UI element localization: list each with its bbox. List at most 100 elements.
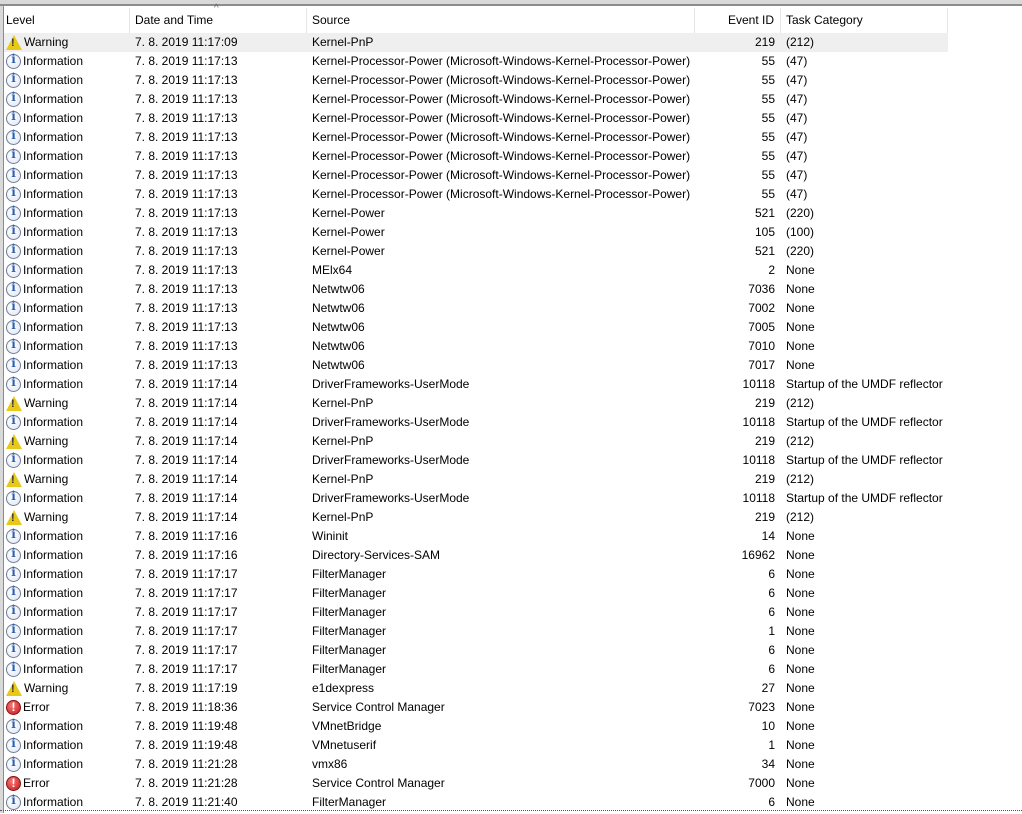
level-text: Information xyxy=(23,168,84,182)
cell-date-time: 7. 8. 2019 11:17:09 xyxy=(135,35,238,49)
level-text: Information xyxy=(23,206,84,220)
level-text: Information xyxy=(23,149,84,163)
cell-event-id: 55 xyxy=(761,149,775,163)
info-icon xyxy=(6,166,21,183)
cell-date-time: 7. 8. 2019 11:17:13 xyxy=(135,130,238,144)
table-row[interactable]: Information 7. 8. 2019 11:17:13 Kernel-Pow… xyxy=(4,204,1022,223)
table-row[interactable]: Information 7. 8. 2019 11:17:14 DriverFram… xyxy=(4,451,1022,470)
level-text: Warning xyxy=(24,681,69,695)
cell-event-id: 27 xyxy=(761,681,775,695)
table-row[interactable]: Error 7. 8. 2019 11:18:36 Service Control … xyxy=(4,698,1022,717)
column-header-level[interactable]: Level xyxy=(4,8,130,33)
table-row[interactable]: Error 7. 8. 2019 11:21:28 Service Control … xyxy=(4,774,1022,793)
table-row[interactable]: Information 7. 8. 2019 11:17:14 DriverFram… xyxy=(4,375,1022,394)
column-header-source[interactable]: Source xyxy=(307,8,695,33)
cell-source: Netwtw06 xyxy=(312,301,365,315)
table-row[interactable]: Warning 7. 8. 2019 11:17:14 Kernel-PnP 219 (… xyxy=(4,432,1022,451)
table-row[interactable]: Information 7. 8. 2019 11:17:13 Kernel-Pro… xyxy=(4,185,1022,204)
table-row[interactable]: Information 7. 8. 2019 11:17:17 FilterMana… xyxy=(4,584,1022,603)
table-row[interactable]: Information 7. 8. 2019 11:17:13 Kernel-Pow… xyxy=(4,223,1022,242)
column-header-task-category[interactable]: Task Category xyxy=(781,8,948,33)
table-row[interactable]: Information 7. 8. 2019 11:17:13 Kernel-Pro… xyxy=(4,90,1022,109)
table-row[interactable]: Warning 7. 8. 2019 11:17:19 e1dexpress 27 No… xyxy=(4,679,1022,698)
table-row[interactable]: Information 7. 8. 2019 11:17:13 Kernel-Pro… xyxy=(4,109,1022,128)
cell-date-time: 7. 8. 2019 11:18:36 xyxy=(135,700,238,714)
cell-task-category: None xyxy=(786,624,815,638)
table-row[interactable]: Information 7. 8. 2019 11:17:17 FilterMana… xyxy=(4,641,1022,660)
cell-level: Information xyxy=(4,717,130,736)
table-row[interactable]: Information 7. 8. 2019 11:17:13 Netwtw06 70… xyxy=(4,337,1022,356)
cell-event-id: 55 xyxy=(761,92,775,106)
table-row[interactable]: Information 7. 8. 2019 11:17:13 Kernel-Pro… xyxy=(4,128,1022,147)
event-list[interactable]: Level Date and Time Source Event ID Task… xyxy=(4,3,1022,812)
table-row[interactable]: Warning 7. 8. 2019 11:17:14 Kernel-PnP 219 (… xyxy=(4,394,1022,413)
table-row[interactable]: Information 7. 8. 2019 11:17:13 Kernel-Pro… xyxy=(4,147,1022,166)
table-row[interactable]: Information 7. 8. 2019 11:17:17 FilterMana… xyxy=(4,565,1022,584)
table-row[interactable]: Information 7. 8. 2019 11:17:17 FilterMana… xyxy=(4,622,1022,641)
cell-source: VMnetuserif xyxy=(312,738,377,752)
table-row[interactable]: Warning 7. 8. 2019 11:17:14 Kernel-PnP 219 (… xyxy=(4,508,1022,527)
cell-level: Warning xyxy=(4,432,130,451)
level-text: Information xyxy=(23,225,84,239)
table-row[interactable]: Information 7. 8. 2019 11:17:13 MElx64 2 Non… xyxy=(4,261,1022,280)
table-row[interactable]: Warning 7. 8. 2019 11:17:09 Kernel-PnP 219 (… xyxy=(4,33,948,52)
cell-task-category: (220) xyxy=(786,244,815,258)
cell-task-category: None xyxy=(786,662,815,676)
level-text: Information xyxy=(23,339,84,353)
cell-date-time: 7. 8. 2019 11:17:13 xyxy=(135,206,238,220)
info-icon xyxy=(6,413,21,430)
cell-event-id: 34 xyxy=(761,757,775,771)
cell-date-time: 7. 8. 2019 11:17:14 xyxy=(135,377,238,391)
table-row[interactable]: Information 7. 8. 2019 11:17:13 Netwtw06 70… xyxy=(4,318,1022,337)
level-text: Information xyxy=(23,757,84,771)
info-icon xyxy=(6,736,21,753)
table-row[interactable]: Information 7. 8. 2019 11:17:16 Wininit 14 N… xyxy=(4,527,1022,546)
table-row[interactable]: Information 7. 8. 2019 11:17:13 Netwtw06 70… xyxy=(4,356,1022,375)
table-row[interactable]: Information 7. 8. 2019 11:17:17 FilterMana… xyxy=(4,660,1022,679)
table-row[interactable]: Information 7. 8. 2019 11:19:48 VMnetBridg… xyxy=(4,717,1022,736)
table-row[interactable]: Information 7. 8. 2019 11:17:17 FilterMana… xyxy=(4,603,1022,622)
cell-date-time: 7. 8. 2019 11:17:17 xyxy=(135,586,238,600)
table-row[interactable]: Information 7. 8. 2019 11:17:16 Directory-… xyxy=(4,546,1022,565)
cell-event-id: 219 xyxy=(754,472,775,486)
cell-level: Information xyxy=(4,451,130,470)
cell-date-time: 7. 8. 2019 11:17:13 xyxy=(135,320,238,334)
cell-source: VMnetBridge xyxy=(312,719,382,733)
cell-event-id: 7010 xyxy=(748,339,775,353)
table-row[interactable]: Information 7. 8. 2019 11:19:48 VMnetuseri… xyxy=(4,736,1022,755)
cell-source: FilterManager xyxy=(312,662,387,676)
cell-task-category: (47) xyxy=(786,92,808,106)
cell-level: Information xyxy=(4,242,130,261)
cell-date-time: 7. 8. 2019 11:17:14 xyxy=(135,510,238,524)
cell-task-category: (212) xyxy=(786,472,815,486)
level-text: Information xyxy=(23,377,84,391)
info-icon xyxy=(6,71,21,88)
cell-date-time: 7. 8. 2019 11:19:48 xyxy=(135,738,238,752)
table-row[interactable]: Information 7. 8. 2019 11:17:13 Netwtw06 70… xyxy=(4,280,1022,299)
cell-date-time: 7. 8. 2019 11:17:16 xyxy=(135,529,238,543)
info-icon xyxy=(6,242,21,259)
table-row[interactable]: Information 7. 8. 2019 11:21:28 vmx86 34 Non… xyxy=(4,755,1022,774)
table-row[interactable]: Information 7. 8. 2019 11:17:13 Kernel-Pro… xyxy=(4,166,1022,185)
info-icon xyxy=(6,755,21,772)
cell-task-category: (212) xyxy=(786,35,815,49)
cell-source: FilterManager xyxy=(312,567,387,581)
table-row[interactable]: Information 7. 8. 2019 11:17:13 Netwtw06 70… xyxy=(4,299,1022,318)
table-row[interactable]: Information 7. 8. 2019 11:17:13 Kernel-Pro… xyxy=(4,52,1022,71)
table-row[interactable]: Information 7. 8. 2019 11:17:14 DriverFram… xyxy=(4,489,1022,508)
cell-level: Error xyxy=(4,774,130,793)
cell-date-time: 7. 8. 2019 11:17:14 xyxy=(135,472,238,486)
info-icon xyxy=(6,603,21,620)
table-row[interactable]: Information 7. 8. 2019 11:17:13 Kernel-Pow… xyxy=(4,242,1022,261)
table-row[interactable]: Information 7. 8. 2019 11:17:14 DriverFram… xyxy=(4,413,1022,432)
cell-level: Warning xyxy=(4,508,130,527)
table-row[interactable]: Information 7. 8. 2019 11:17:13 Kernel-Pro… xyxy=(4,71,1022,90)
info-icon xyxy=(6,337,21,354)
cell-source: Kernel-Processor-Power (Microsoft-Window… xyxy=(312,73,691,87)
column-header-event-id[interactable]: Event ID xyxy=(695,8,781,33)
level-text: Information xyxy=(23,586,84,600)
cell-task-category: None xyxy=(786,548,815,562)
table-row[interactable]: Warning 7. 8. 2019 11:17:14 Kernel-PnP 219 (… xyxy=(4,470,1022,489)
cell-event-id: 7017 xyxy=(748,358,775,372)
level-text: Information xyxy=(23,244,84,258)
